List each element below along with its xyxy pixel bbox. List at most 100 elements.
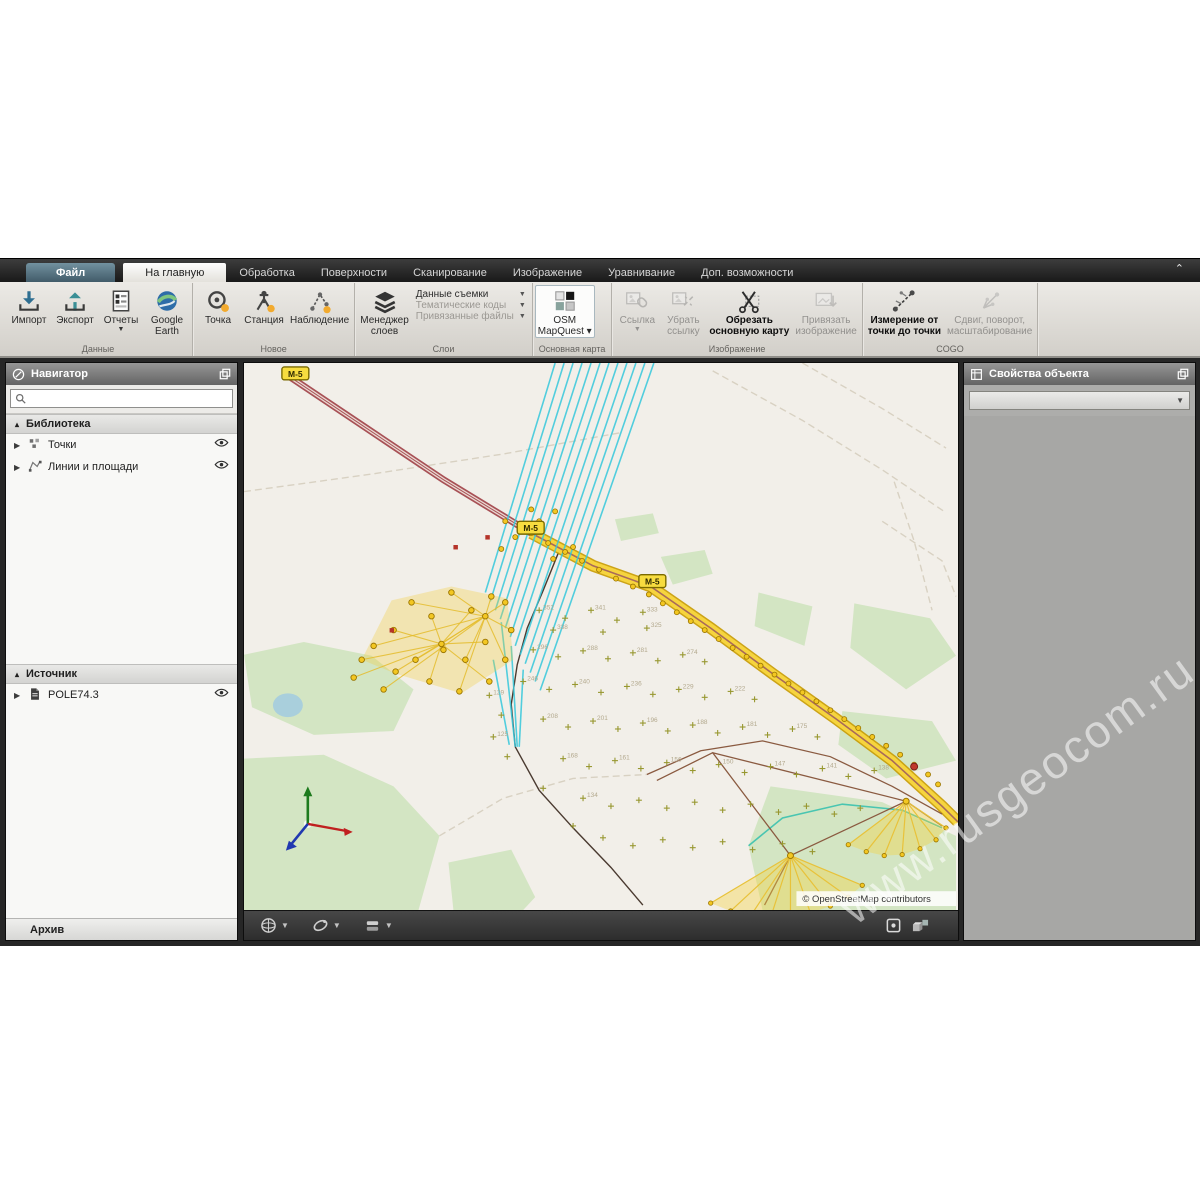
group-cogo-label: COGO	[865, 344, 1036, 356]
svg-text:196: 196	[647, 717, 658, 724]
navigator-panel: Навигатор ▴Библиотека▶Точки▶Линии и площ…	[5, 362, 238, 941]
chevron-down-icon: ▼	[519, 313, 526, 320]
svg-text:138: 138	[878, 765, 889, 772]
reports-icon	[108, 288, 134, 314]
orbit-control[interactable]: ▼	[312, 917, 341, 934]
layer-manager-button[interactable]: Менеджерслоев	[357, 285, 412, 338]
remove-link-button[interactable]: Убратьссылку	[660, 285, 706, 338]
group-new-label: Новое	[195, 344, 352, 356]
ribbon-collapse-icon[interactable]: ⌃	[1175, 262, 1184, 275]
group-cogo: Измерение отточки до точкиСдвиг, поворот…	[863, 283, 1039, 356]
map-svg[interactable]: 3523413333383252962882812742462402362292…	[244, 363, 958, 910]
eye-icon	[214, 458, 229, 473]
group-basemap-label: Основная карта	[535, 344, 610, 356]
tab-image[interactable]: Изображение	[500, 263, 595, 282]
collapse-icon: ▴	[15, 420, 19, 429]
search-icon	[15, 393, 26, 404]
group-layers-label: Слои	[357, 344, 530, 356]
navigator-icon	[12, 368, 25, 381]
attached-files-dropdown[interactable]: Привязанные файлы▼	[416, 311, 526, 322]
map-toolbar: ▼ ▼ ▼	[244, 910, 958, 940]
eye-icon	[214, 436, 229, 451]
tab-adjustment[interactable]: Уравнивание	[595, 263, 688, 282]
svg-text:333: 333	[647, 606, 658, 613]
measure-point-to-point-button[interactable]: Измерение отточки до точки	[865, 285, 944, 338]
reports-button[interactable]: Отчеты▼	[98, 285, 144, 334]
visibility-eye-icon[interactable]	[214, 436, 229, 454]
tab-scanning[interactable]: Сканирование	[400, 263, 500, 282]
properties-icon	[970, 368, 983, 381]
tab-file[interactable]: Файл	[26, 263, 115, 282]
crop-basemap-button[interactable]: Обрезатьосновную карту	[706, 285, 792, 338]
georeference-image-button[interactable]: Привязатьизображение	[792, 285, 859, 338]
file-icon	[28, 687, 42, 701]
expand-icon[interactable]: ▶	[14, 691, 22, 700]
link-button[interactable]: Ссылка▼	[614, 285, 660, 334]
point-button[interactable]: Точка	[195, 285, 241, 327]
station-button[interactable]: Станция	[241, 285, 287, 327]
google-earth-button[interactable]: GoogleEarth	[144, 285, 190, 338]
move-rotate-scale-button[interactable]: Сдвиг, поворот,масштабирование	[944, 285, 1035, 338]
svg-text:352: 352	[543, 604, 554, 611]
section-library[interactable]: ▴Библиотека	[6, 414, 237, 434]
eye-icon	[214, 686, 229, 701]
survey-data-dropdown[interactable]: Данные съемки▼	[416, 289, 526, 300]
svg-text:188: 188	[697, 719, 708, 726]
snapshot-icon[interactable]	[885, 917, 902, 934]
group-basemap: OSMMapQuest ▾ Основная карта	[533, 283, 613, 356]
visibility-eye-icon[interactable]	[214, 458, 229, 476]
svg-text:201: 201	[597, 715, 608, 722]
expand-icon[interactable]: ▶	[14, 441, 22, 450]
section-source[interactable]: ▴Источник	[6, 664, 237, 684]
svg-text:М-5: М-5	[288, 369, 303, 379]
chevron-down-icon: ▼	[333, 921, 341, 930]
station-icon	[251, 288, 277, 314]
archive-bar[interactable]: Архив	[6, 918, 237, 940]
osm-icon	[552, 288, 578, 314]
tree-item-pole74[interactable]: ▶POLE74.3	[6, 684, 237, 706]
feature-codes-dropdown[interactable]: Тематические коды▼	[416, 300, 526, 311]
group-data: ИмпортЭкспортОтчеты▼GoogleEarthДанные	[4, 283, 193, 356]
svg-text:281: 281	[637, 647, 648, 654]
expand-icon[interactable]: ▶	[14, 463, 22, 472]
export-button[interactable]: Экспорт	[52, 285, 98, 327]
tab-surfaces[interactable]: Поверхности	[308, 263, 400, 282]
navigator-search[interactable]	[10, 389, 233, 408]
svg-text:147: 147	[775, 761, 786, 768]
svg-text:М-5: М-5	[523, 523, 538, 533]
tab-bar: Файл На главнуюОбработкаПоверхностиСканир…	[0, 259, 1200, 282]
tab-processing[interactable]: Обработка	[226, 263, 307, 282]
import-button[interactable]: Импорт	[6, 285, 52, 327]
tree-item-lines-areas[interactable]: ▶Линии и площади	[6, 456, 237, 478]
m5-badge: М-5	[282, 367, 309, 380]
visibility-eye-icon[interactable]	[214, 686, 229, 704]
object-selector-dropdown[interactable]: ▼	[969, 391, 1190, 410]
points-icon	[28, 437, 42, 451]
navigator-header: Навигатор	[6, 363, 237, 385]
search-input[interactable]	[30, 392, 228, 406]
svg-text:161: 161	[619, 755, 630, 762]
observation-icon	[307, 288, 333, 314]
tab-home[interactable]: На главную	[123, 263, 226, 282]
display-mode-control[interactable]: ▼	[364, 917, 393, 934]
measure-icon	[891, 288, 917, 314]
tab-extras[interactable]: Доп. возможности	[688, 263, 806, 282]
group-layers: Менеджерслоев Данные съемки▼Тематические …	[355, 283, 533, 356]
undock-icon[interactable]	[219, 368, 231, 380]
osm-mapquest-button[interactable]: OSMMapQuest ▾	[535, 285, 595, 338]
layers-flat-icon	[364, 917, 381, 934]
svg-text:338: 338	[557, 624, 568, 631]
tree-item-points[interactable]: ▶Точки	[6, 434, 237, 456]
3d-cubes-icon[interactable]	[911, 917, 930, 934]
m5-badge: М-5	[517, 521, 544, 534]
export-icon	[62, 288, 88, 314]
view-orientation-control[interactable]: ▼	[260, 917, 289, 934]
transform-icon	[977, 288, 1003, 314]
svg-text:175: 175	[796, 723, 807, 730]
chevron-down-icon: ▼	[1176, 396, 1184, 405]
svg-text:222: 222	[735, 685, 746, 692]
map-canvas[interactable]: 3523413333383252962882812742462402362292…	[244, 363, 958, 910]
undock-icon[interactable]	[1177, 368, 1189, 380]
observation-button[interactable]: Наблюдение	[287, 285, 352, 327]
svg-text:341: 341	[595, 604, 606, 611]
